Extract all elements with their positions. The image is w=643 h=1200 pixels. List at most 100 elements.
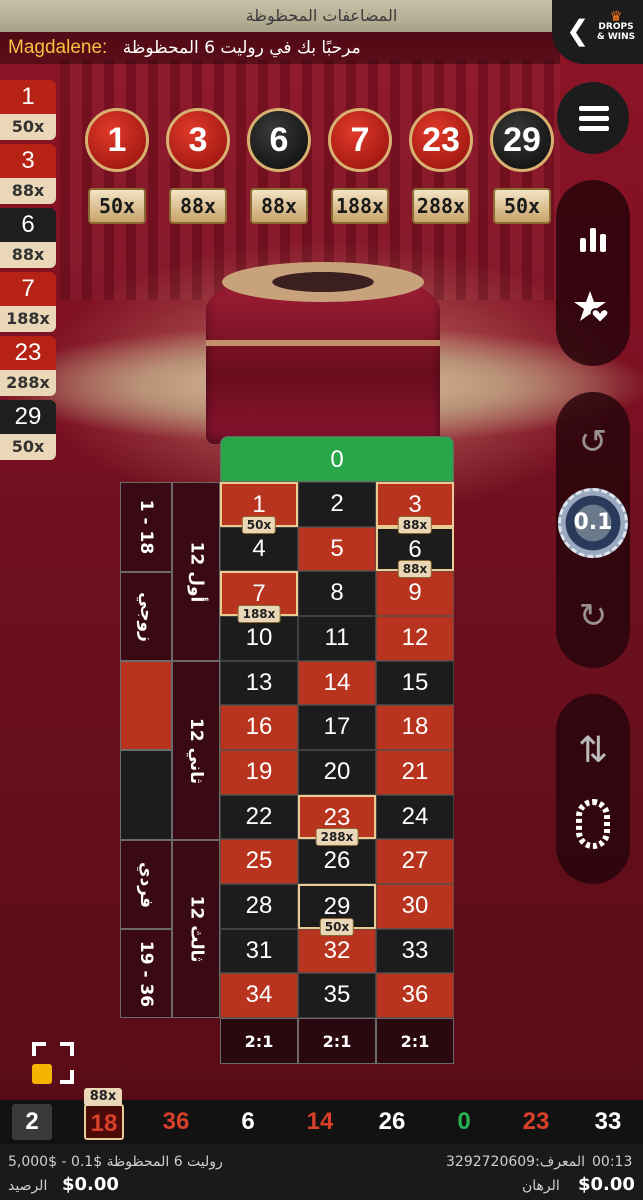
bet-number-30[interactable]: 30 [376,884,454,929]
menu-icon [579,106,609,111]
bet-dozen-1-label: 12 أول [186,541,207,602]
bet-low[interactable]: 1 - 18 [120,482,172,572]
bet-zero[interactable]: 0 [220,436,454,482]
bet-high[interactable]: 19 - 36 [120,929,172,1018]
bet-number-29[interactable]: 29 50x [298,884,376,936]
reset-view-button[interactable]: ⇅ [556,730,630,771]
bet-number-20[interactable]: 20 [298,750,376,795]
lucky-number: 6 [0,208,56,242]
bet-number-label: 3 [408,491,422,518]
racetrack-icon [576,799,610,849]
bet-number-33[interactable]: 33 [376,928,454,974]
bet-number-label: 18 [401,713,429,741]
lucky-multiplier-badge: 50x [319,917,355,936]
bet-number-label: 33 [401,936,429,964]
lucky-multiplier-badge: 188x [237,604,281,623]
lucky-ball-number: 3 [166,108,230,172]
lucky-multiplier: 288x [0,370,56,396]
history-result: 26 [378,1108,406,1135]
lucky-number: 23 [0,336,56,370]
lucky-ball-multiplier: 50x [493,188,551,224]
lucky-ball-multiplier: 188x [331,188,389,224]
bet-number-28[interactable]: 28 [220,884,298,929]
fullscreen-icon-square [32,1064,52,1084]
undo-icon: ↺ [578,422,608,462]
bet-number-label: 22 [245,802,273,830]
lucky-multiplier: 50x [0,114,56,140]
bet-number-3[interactable]: 3 88x [376,482,454,534]
bet-dozen-1[interactable]: 12 أول [172,482,220,661]
bet-number-1[interactable]: 1 50x [220,482,298,534]
lucky-number-item: 1 50x [0,80,56,140]
racetrack-button[interactable] [556,798,630,854]
history-result: 36 [162,1108,190,1135]
lucky-multiplier: 188x [0,306,56,332]
bet-number-16[interactable]: 16 [220,705,298,750]
statistics-button[interactable] [556,220,630,258]
bet-odd[interactable]: فردي [120,840,172,929]
undo-button[interactable]: ↺ [556,422,630,462]
bet-number-7[interactable]: 7 188x [220,571,298,623]
bet-number-19[interactable]: 19 [220,750,298,795]
menu-button[interactable] [557,82,629,154]
bet-dozen-2[interactable]: 12 ثاني [172,661,220,840]
bet-low-label: 1 - 18 [136,499,157,555]
bet-number-34[interactable]: 34 [220,973,298,1018]
bet-number-label: 36 [401,981,429,1009]
lucky-number-item: 23 288x [0,336,56,396]
bet-number-2[interactable]: 2 [298,482,376,527]
fullscreen-button[interactable] [32,1042,74,1084]
bet-number-13[interactable]: 13 [220,660,298,706]
bet-high-label: 19 - 36 [136,940,156,1007]
menu-icon-bar [579,126,609,131]
history-result: 6 [241,1108,255,1135]
bet-black[interactable] [120,750,172,840]
bet-column-2[interactable]: 2:1 [298,1018,376,1064]
results-history: 2 18 36 6 14 26 0 23 33 [0,1100,643,1144]
repeat-button[interactable]: ↻ [556,596,630,636]
table-limits: روليت 6 المحظوظة $0.1 - $5,000 [8,1154,223,1170]
bet-number-label: 31 [245,936,273,964]
bet-number-label: 25 [245,847,273,875]
menu-icon-bar [579,116,609,121]
bet-number-label: 11 [324,624,350,651]
bet-number-25[interactable]: 25 [220,839,298,884]
history-lucky-badge: 88x [84,1088,122,1106]
favorites-button[interactable] [556,288,630,332]
bet-number-12[interactable]: 12 [376,616,454,661]
bet-number-11[interactable]: 11 [298,616,376,661]
bet-number-31[interactable]: 31 [220,928,298,974]
fullscreen-icon-corner [60,1042,74,1056]
bet-column-1[interactable]: 2:1 [220,1018,298,1064]
star-heart-icon [574,291,610,325]
bet-number-15[interactable]: 15 [376,660,454,706]
round-time: 00:13 [592,1154,633,1170]
bet-number-35[interactable]: 35 [298,973,376,1018]
number-grid: 1 50x 2 3 88x 4 5 6 88x 7 188x 8 9 10 11 12 13 14 15 16 17 18… [220,482,454,1018]
bet-number-label: 5 [330,534,344,562]
bet-number-14[interactable]: 14 [298,660,376,706]
bet-number-23[interactable]: 23 288x [298,794,376,847]
chip-selector[interactable]: 0.1 [558,488,628,558]
roulette-wheel-band [206,340,440,346]
bet-number-5[interactable]: 5 [298,526,376,572]
bet-number-8[interactable]: 8 [298,571,376,616]
bet-number-36[interactable]: 36 [376,973,454,1018]
lucky-ball: 6 88x [244,108,314,238]
bet-number-22[interactable]: 22 [220,794,298,840]
bet-dozen-3[interactable]: 12 ثالث [172,840,220,1018]
bet-number-label: 32 [323,936,351,964]
bet-even[interactable]: زوجي [120,572,172,661]
bet-number-24[interactable]: 24 [376,794,454,840]
bet-red[interactable] [120,661,172,750]
welcome-text: مرحبًا بك في روليت 6 المحظوظة [122,38,361,58]
bet-value: $0.00 [578,1174,635,1195]
back-button[interactable]: ❮ ♛ DROPS & WINS [552,0,643,64]
bet-number-27[interactable]: 27 [376,839,454,884]
bet-number-17[interactable]: 17 [298,705,376,750]
bet-number-21[interactable]: 21 [376,750,454,795]
bet-number-label: 8 [330,579,344,607]
lucky-number: 7 [0,272,56,306]
bet-column-3[interactable]: 2:1 [376,1018,454,1064]
bet-number-18[interactable]: 18 [376,705,454,750]
